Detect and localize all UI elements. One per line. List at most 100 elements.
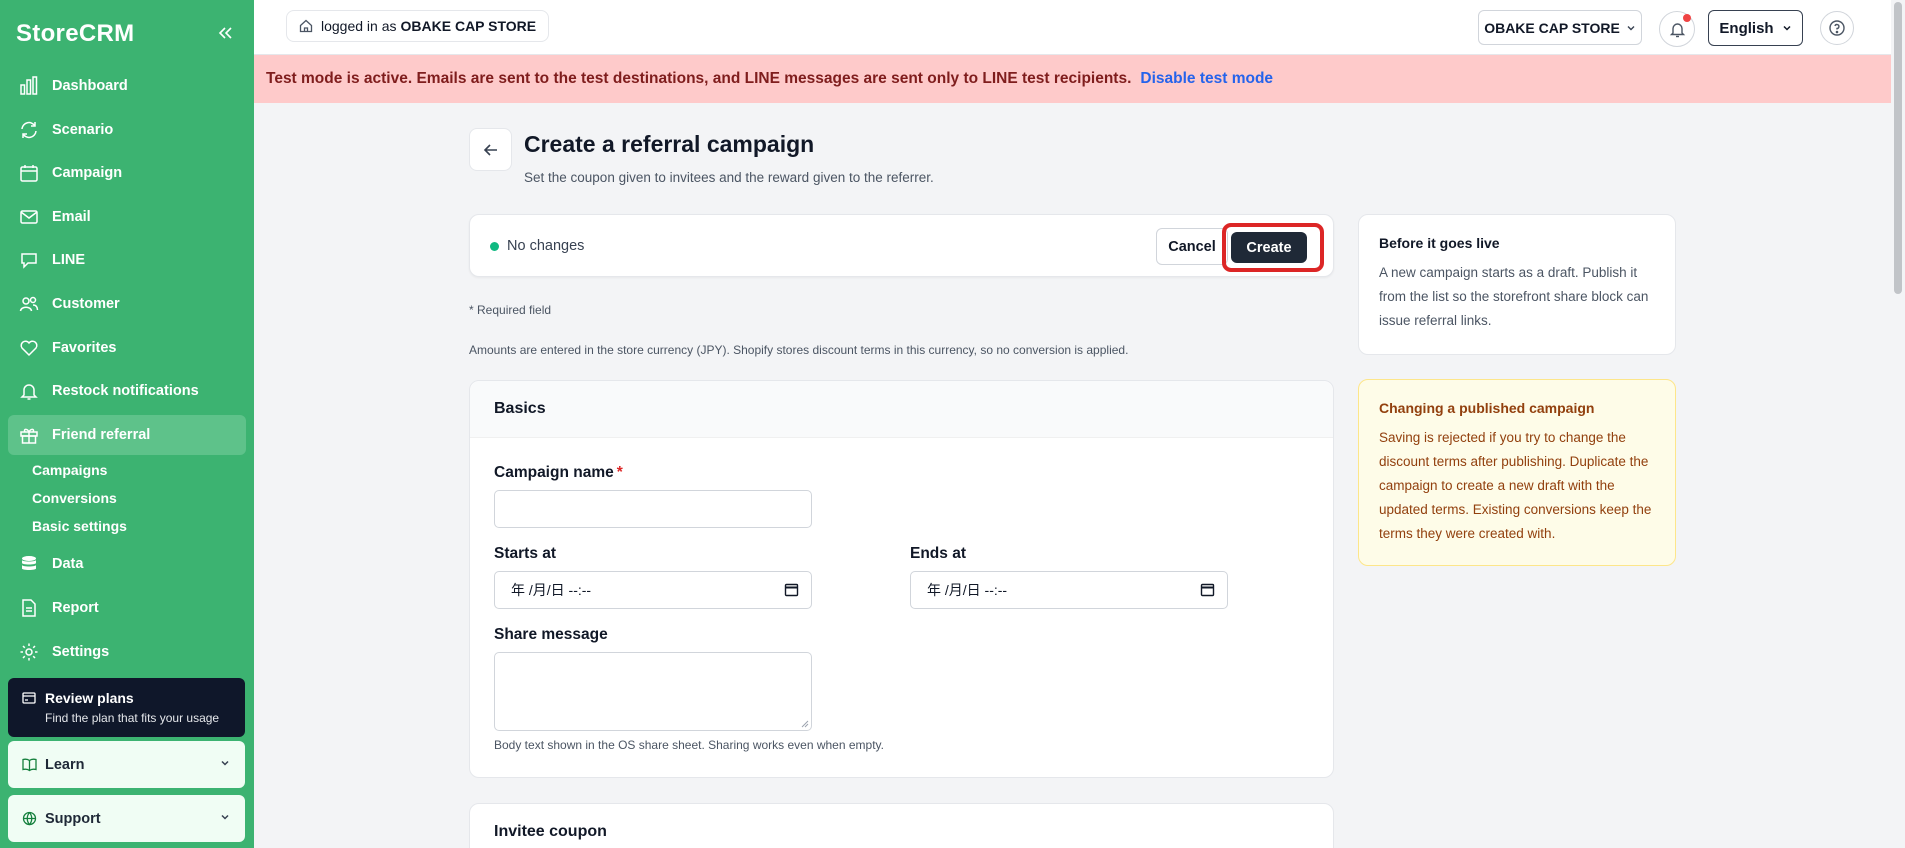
sidebar-item-customer[interactable]: Customer	[8, 284, 246, 324]
sidebar-subitem-campaigns[interactable]: Campaigns	[8, 456, 246, 484]
share-message-label: Share message	[494, 626, 608, 643]
store-select-value: OBAKE CAP STORE	[1484, 19, 1620, 36]
sidebar-item-line[interactable]: LINE	[8, 240, 246, 280]
chevron-down-icon	[1626, 23, 1636, 33]
sidebar-item-friend-referral[interactable]: Friend referral	[8, 414, 246, 455]
sidebar-subitem-conversions[interactable]: Conversions	[8, 484, 246, 512]
database-icon	[18, 553, 40, 575]
invitee-coupon-heading: Invitee coupon	[494, 823, 607, 840]
review-plans-subtitle: Find the plan that fits your usage	[45, 711, 220, 725]
friend-referral-subnav: Campaigns Conversions Basic settings	[8, 456, 246, 540]
learn-accordion[interactable]: Learn	[8, 741, 245, 788]
language-value: English	[1719, 19, 1774, 37]
before-live-body: A new campaign starts as a draft. Publis…	[1379, 265, 1649, 328]
sidebar-item-campaign[interactable]: Campaign	[8, 153, 246, 193]
book-icon	[22, 757, 37, 772]
chevron-down-icon	[219, 811, 231, 827]
share-message-hint: Body text shown in the OS share sheet. S…	[494, 738, 884, 752]
share-message-textarea[interactable]	[494, 652, 812, 731]
sidebar-item-data[interactable]: Data	[8, 544, 246, 584]
starts-at-value: 年 /月/日 --:--	[511, 582, 592, 598]
create-button[interactable]: Create	[1231, 232, 1307, 263]
create-button-highlight: Create	[1222, 223, 1324, 272]
gear-icon	[18, 641, 40, 663]
campaign-name-input[interactable]	[494, 490, 812, 528]
logged-in-store: OBAKE CAP STORE	[400, 18, 537, 34]
sidebar-item-favorites[interactable]: Favorites	[8, 328, 246, 368]
help-icon	[1828, 19, 1846, 37]
chat-icon	[18, 249, 40, 271]
notification-dot	[1683, 14, 1691, 22]
calendar-icon[interactable]	[1200, 582, 1215, 600]
heart-icon	[18, 337, 40, 359]
page-scrollbar[interactable]	[1891, 0, 1905, 848]
required-star: *	[616, 464, 623, 481]
save-status: No changes	[490, 238, 584, 254]
sidebar-item-report[interactable]: Report	[8, 588, 246, 628]
sidebar-item-label: Report	[52, 599, 99, 616]
basics-card: Basics Campaign name * Starts at 年 /月/日 -…	[469, 380, 1334, 778]
invitee-coupon-card: Invitee coupon	[469, 803, 1334, 848]
learn-label: Learn	[45, 756, 85, 773]
campaign-name-label: Campaign name *	[494, 464, 623, 482]
users-icon	[18, 293, 40, 315]
chart-bars-icon	[18, 75, 40, 97]
basics-heading: Basics	[470, 381, 1333, 438]
save-status-text: No changes	[507, 238, 585, 254]
card-icon	[22, 691, 36, 705]
cancel-button[interactable]: Cancel	[1156, 228, 1228, 265]
sidebar-item-label: LINE	[52, 252, 86, 269]
brand-logo: StoreCRM	[16, 20, 135, 47]
support-accordion[interactable]: Support	[8, 795, 245, 842]
arrow-left-icon	[483, 142, 499, 158]
help-button[interactable]	[1820, 11, 1854, 45]
required-field-note: * Required field	[469, 303, 552, 317]
page-title: Create a referral campaign	[524, 131, 815, 157]
campaign-name-label-text: Campaign name	[494, 464, 614, 481]
scrollbar-thumb[interactable]	[1894, 2, 1902, 294]
home-icon	[299, 19, 313, 33]
back-button[interactable]	[469, 128, 512, 171]
logged-in-indicator[interactable]: logged in as OBAKE CAP STORE	[286, 10, 550, 42]
refresh-icon	[18, 119, 40, 141]
sidebar-item-label: Scenario	[52, 121, 114, 138]
ends-at-label: Ends at	[910, 545, 966, 562]
resize-handle-icon[interactable]	[801, 720, 809, 728]
ends-at-value: 年 /月/日 --:--	[927, 582, 1008, 598]
sidebar-item-label: Friend referral	[52, 426, 151, 443]
sidebar-item-dashboard[interactable]: Dashboard	[8, 66, 246, 106]
sidebar-item-label: Dashboard	[52, 78, 128, 94]
sidebar-item-restock[interactable]: Restock notifications	[8, 371, 246, 411]
sidebar-item-label: Campaign	[52, 165, 123, 182]
collapse-sidebar-icon[interactable]	[214, 22, 236, 44]
published-warning-body: Saving is rejected if you try to change …	[1379, 430, 1652, 541]
sidebar-item-email[interactable]: Email	[8, 197, 246, 237]
sidebar-item-settings[interactable]: Settings	[8, 632, 246, 672]
sidebar-item-label: Restock notifications	[52, 383, 199, 400]
language-select[interactable]: English	[1708, 10, 1803, 46]
review-plans-card[interactable]: Review plans Find the plan that fits you…	[8, 678, 245, 737]
chevron-down-icon	[1782, 23, 1792, 33]
globe-icon	[22, 811, 37, 826]
test-mode-banner: Test mode is active. Emails are sent to …	[254, 55, 1891, 103]
calendar-icon[interactable]	[784, 582, 799, 600]
sidebar-item-scenario[interactable]: Scenario	[8, 110, 246, 150]
bell-icon	[1669, 21, 1686, 38]
sidebar-subitem-basic-settings[interactable]: Basic settings	[8, 512, 246, 540]
published-warning-card: Changing a published campaign Saving is …	[1358, 379, 1676, 566]
disable-test-mode-link[interactable]: Disable test mode	[1140, 70, 1273, 88]
mail-icon	[18, 206, 40, 228]
store-select[interactable]: OBAKE CAP STORE	[1478, 10, 1642, 45]
bell-icon	[18, 380, 40, 402]
action-bar: No changes Cancel Create	[469, 214, 1334, 277]
starts-at-input[interactable]: 年 /月/日 --:--	[494, 571, 812, 609]
notifications-button[interactable]	[1659, 11, 1695, 47]
ends-at-input[interactable]: 年 /月/日 --:--	[910, 571, 1228, 609]
sidebar-item-label: Settings	[52, 643, 110, 660]
before-live-card: Before it goes live A new campaign start…	[1358, 214, 1676, 355]
page-subtitle: Set the coupon given to invitees and the…	[524, 170, 934, 185]
test-mode-text: Test mode is active. Emails are sent to …	[266, 70, 1132, 87]
chevron-down-icon	[219, 757, 231, 773]
file-icon	[18, 597, 40, 619]
support-label: Support	[45, 810, 101, 827]
